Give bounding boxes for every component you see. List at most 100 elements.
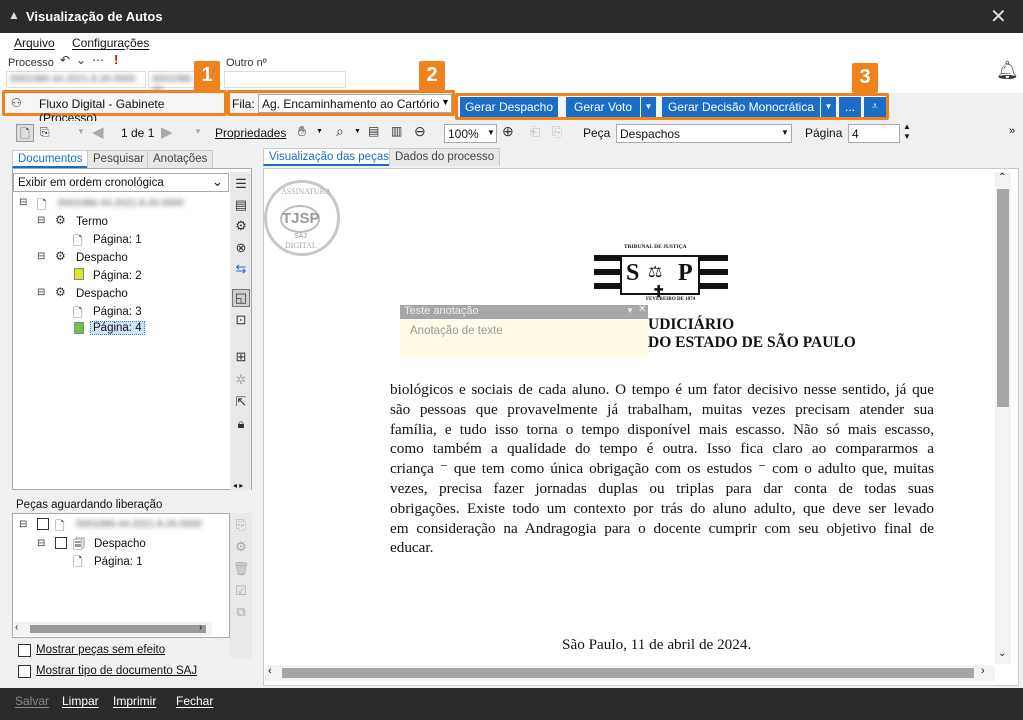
delete-icon[interactable]: 🗑︎ [232,561,250,579]
hscroll-thumb[interactable] [282,668,974,678]
tree-page-label[interactable]: Página: 1 [93,234,142,246]
scroll-right-icon[interactable]: › [199,622,202,633]
compare-icon[interactable]: ⇆ [232,261,250,279]
prev-page-icon[interactable]: ◀ [92,123,104,141]
chevron-down-icon[interactable]: ⌄ [76,53,86,67]
pagina-input[interactable]: 4 [848,124,900,143]
sign-doc-icon[interactable]: ⚙︎ [232,218,250,236]
scroll-up-icon[interactable]: ⌃ [998,172,1006,183]
more-actions-button[interactable]: ... [839,97,861,117]
annotation-icon[interactable]: ◱ [232,289,250,307]
annotation-close-icon[interactable]: ✕ [638,304,646,315]
outro-field[interactable] [224,71,346,88]
pending-root-checkbox[interactable] [37,518,49,530]
hand-dropdown-icon[interactable]: ▼ [316,128,323,135]
tree-node-label[interactable]: Despacho [76,252,128,264]
rotate-right-icon[interactable]: ⎘ [552,124,562,140]
tab-anotacoes[interactable]: Anotações [147,150,214,168]
scroll-right-icon[interactable]: › [981,665,985,677]
tree-root-label[interactable]: 0001086-44.2021.8.26.0000 [58,198,184,209]
tree-node-label[interactable]: Termo [76,216,108,228]
rotate-left-icon[interactable]: ⎗ [530,124,540,140]
pagina-spinner-icon[interactable]: ▲ ▼ [903,122,911,142]
collapse-icon[interactable]: ⊟ [37,251,45,262]
annotation-note[interactable]: Teste anotação ▼ ✕ Anotação de texte [400,304,648,357]
collapse-icon[interactable]: ⊟ [37,538,45,549]
tab-dados-processo[interactable]: Dados do processo [389,148,501,166]
close-button[interactable]: Fechar [176,694,213,708]
fila-select[interactable]: Ag. Encaminhamento ao Cartório ▼ [258,94,452,113]
show-no-effect-checkbox[interactable] [18,644,31,657]
pending-item-checkbox[interactable] [55,537,67,549]
save-button[interactable]: Salvar [15,694,49,708]
annotation-menu-icon[interactable]: ▼ [626,306,634,315]
next-page-icon[interactable]: ▶ [161,123,173,141]
copy-icon[interactable]: ⧉ [232,604,250,622]
strip-scroll-icon[interactable]: ◂ ▸ [233,481,243,490]
fit-width-icon[interactable]: ▤ [368,124,379,138]
notification-bell-icon[interactable]: 🔔︎ [996,60,1019,81]
processo-field[interactable]: 0001086-44.2021.8.26.0000 [6,71,146,88]
lock-icon[interactable]: 🔒︎ [232,416,250,434]
zoom-select[interactable]: 100% ▼ [444,124,497,143]
tab-pesquisar[interactable]: Pesquisar [87,150,151,168]
properties-button[interactable]: Propriedades [215,126,286,140]
last-page-icon[interactable]: ▼ [194,127,202,136]
sign-pending-icon[interactable]: ⚙︎ [232,539,250,557]
clear-button[interactable]: Limpar [62,694,99,708]
close-icon[interactable]: ✕ [990,4,1007,29]
pending-hscroll[interactable]: ‹ › [14,622,212,636]
zoom-out-icon[interactable]: ⊖ [414,123,426,140]
collapse-icon[interactable]: ⊟ [19,197,27,208]
scroll-left-icon[interactable]: ‹ [268,665,272,677]
tree-page-label[interactable]: Página: 2 [93,270,142,282]
first-page-icon[interactable]: ▼ [77,127,85,136]
annotation-header[interactable]: Teste anotação ▼ ✕ [400,304,648,319]
zoom-in-icon[interactable]: ⊕ [502,123,514,140]
annotation-list-icon[interactable]: ⊡ [232,312,250,330]
search-dropdown-icon[interactable]: ▼ [354,128,361,135]
gerar-despacho-button[interactable]: Gerar Despacho [460,97,558,117]
collapse-icon[interactable]: ⊟ [37,215,45,226]
scroll-thumb[interactable] [30,625,206,633]
menu-settings[interactable]: Configurações [72,36,149,50]
decisao-dropdown-icon[interactable]: ▼ [821,97,836,117]
pending-page-label[interactable]: Página: 1 [94,556,143,568]
loading-icon[interactable]: ✲ [232,372,250,390]
viewer-hscroll[interactable]: ‹ › [265,665,995,681]
fit-page-icon[interactable]: ▥ [391,124,402,138]
list-tree-icon[interactable]: ☰ [232,176,250,194]
remove-sign-icon[interactable]: ⊗ [232,240,250,258]
show-doc-type-label[interactable]: Mostrar tipo de documento SAJ [36,665,197,677]
approve-icon[interactable]: ☑ [232,583,250,601]
print-button[interactable]: Imprimir [113,694,156,708]
release-icon[interactable]: ⎘ [232,517,250,535]
more-icon[interactable]: ⋯ [92,53,104,67]
tab-visualizacao[interactable]: Visualização das peças [263,148,395,166]
show-no-effect-label[interactable]: Mostrar peças sem efeito [36,644,165,656]
collapse-icon[interactable]: ⊟ [37,287,45,298]
gerar-decisao-button[interactable]: Gerar Decisão Monocrática [662,97,820,117]
flow-selector[interactable]: ⚇ Fluxo Digital - Gabinete (Processo) [2,90,227,125]
gerar-voto-button[interactable]: Gerar Voto [566,97,640,117]
undo-icon[interactable]: ↶ [60,53,70,67]
pending-item-label[interactable]: Despacho [94,538,146,550]
split-icon[interactable]: ▤ [232,197,250,215]
vscroll-thumb[interactable] [997,189,1009,407]
single-page-icon[interactable]: 🗋︎ [16,124,34,142]
scroll-left-icon[interactable]: ‹ [15,622,18,633]
expand-actions-icon[interactable]: ⩡ [864,97,886,117]
viewer-vscroll[interactable]: ⌃ ⌄ [995,172,1011,664]
tree-page-label[interactable]: Página: 3 [93,306,142,318]
peca-select[interactable]: Despachos ▼ [616,124,792,143]
search-icon[interactable]: ⌕ [336,123,344,140]
show-doc-type-checkbox[interactable] [18,665,31,678]
overflow-icon[interactable]: » [1009,125,1015,137]
collapse-icon[interactable]: ⊟ [19,519,27,530]
pending-root-label[interactable]: 0001086-44.2021.8.26.0000 [76,519,202,530]
export-icon[interactable]: ⇱ [232,394,250,412]
scroll-down-icon[interactable]: ⌄ [998,648,1006,659]
hand-tool-icon[interactable]: ✋︎ [298,123,306,140]
tree-node-label[interactable]: Despacho [76,288,128,300]
menu-file[interactable]: Arquivo [14,36,55,50]
